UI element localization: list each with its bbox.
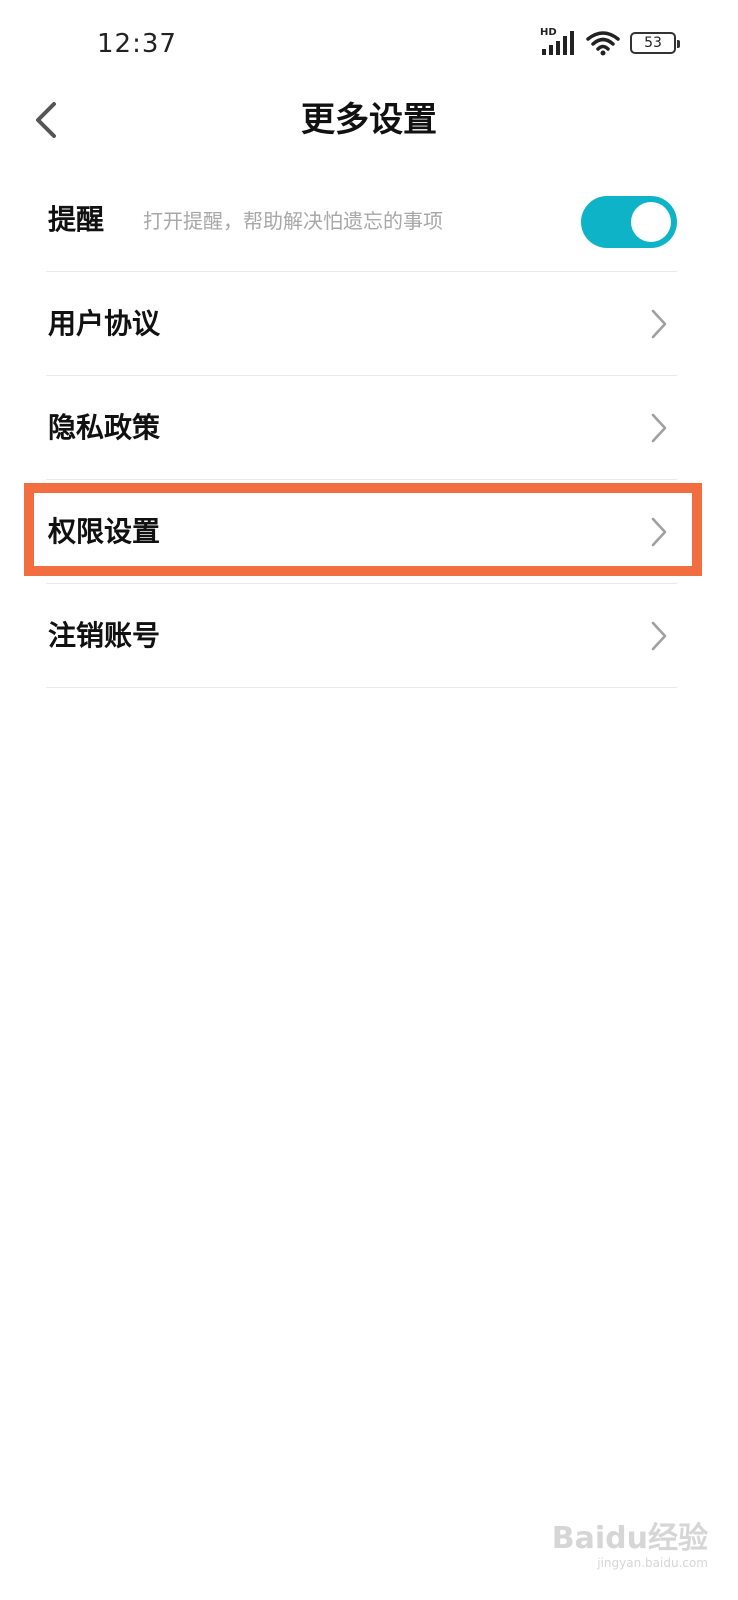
cancel-account-row[interactable]: 注销账号 (46, 584, 677, 688)
cancel-account-label: 注销账号 (48, 619, 161, 652)
wifi-icon (586, 31, 620, 56)
signal-icon: HD (540, 27, 576, 57)
battery-icon: 53 (630, 32, 680, 54)
nav-bar: 更多设置 (0, 88, 738, 152)
permission-settings-label: 权限设置 (48, 515, 161, 548)
page-title: 更多设置 (301, 100, 437, 140)
status-icons: HD 53 (540, 27, 680, 58)
user-agreement-row[interactable]: 用户协议 (46, 272, 677, 376)
chevron-right-icon (651, 413, 667, 443)
reminder-toggle[interactable] (581, 196, 677, 248)
status-time: 12:37 (97, 29, 177, 59)
reminder-label: 提醒 (48, 203, 105, 236)
watermark-main: Baidu经验 (551, 1521, 708, 1556)
permission-settings-row[interactable]: 权限设置 (46, 480, 677, 584)
watermark: Baidu经验 jingyan.baidu.com (551, 1521, 708, 1571)
toggle-knob (631, 202, 671, 242)
reminder-description: 打开提醒，帮助解决怕遗忘的事项 (143, 209, 443, 233)
status-bar: 12:37 HD 53 (0, 0, 738, 88)
privacy-policy-label: 隐私政策 (48, 411, 161, 444)
watermark-sub: jingyan.baidu.com (597, 1556, 708, 1570)
privacy-policy-row[interactable]: 隐私政策 (46, 376, 677, 480)
user-agreement-label: 用户协议 (48, 307, 161, 340)
reminder-row: 提醒 打开提醒，帮助解决怕遗忘的事项 (46, 168, 677, 272)
chevron-right-icon (651, 309, 667, 339)
chevron-right-icon (651, 621, 667, 651)
settings-list: 提醒 打开提醒，帮助解决怕遗忘的事项 用户协议 隐私政策 权限设置 注销账号 (46, 168, 677, 688)
battery-level: 53 (644, 35, 662, 51)
chevron-right-icon (651, 517, 667, 547)
